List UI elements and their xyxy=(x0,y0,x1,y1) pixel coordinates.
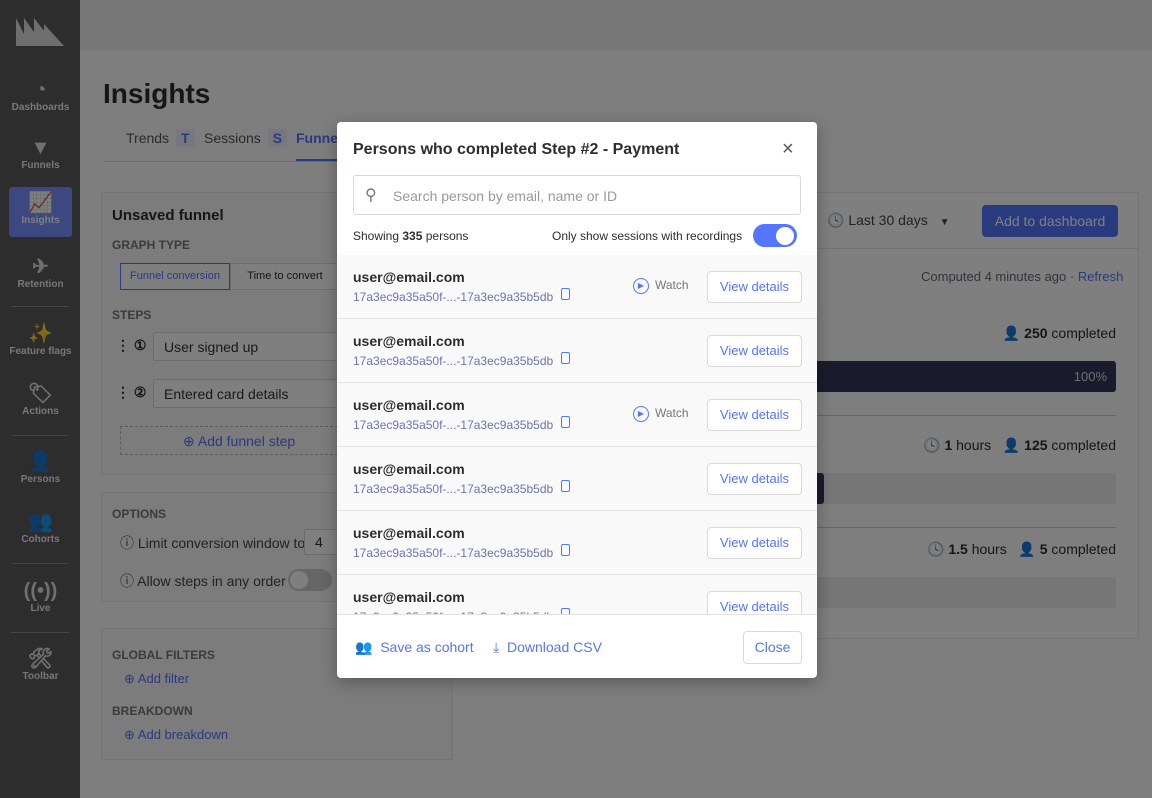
button-label: Save as cohort xyxy=(380,639,474,655)
copy-icon[interactable] xyxy=(561,352,570,364)
person-row: user@email.com 17a3ec9a35a50f-...-17a3ec… xyxy=(337,383,817,447)
person-id: 17a3ec9a35a50f-...-17a3ec9a35b5db xyxy=(353,290,554,304)
download-icon: ⤓ xyxy=(493,639,500,655)
persons-list[interactable]: user@email.com 17a3ec9a35a50f-...-17a3ec… xyxy=(337,255,817,614)
modal-title: Persons who completed Step #2 - Payment xyxy=(353,141,680,158)
person-id: 17a3ec9a35a50f-...-17a3ec9a35b5db xyxy=(353,546,554,560)
recordings-toggle-label: Only show sessions with recordings xyxy=(552,229,743,243)
close-button[interactable]: Close xyxy=(743,631,802,664)
button-label: Watch xyxy=(655,406,689,421)
button-label: Download CSV xyxy=(506,639,602,655)
person-row: user@email.com 17a3ec9a35a50f-...-17a3ec… xyxy=(337,511,817,575)
person-email: user@email.com xyxy=(353,525,465,541)
copy-icon[interactable] xyxy=(561,288,570,300)
save-as-cohort-button[interactable]: 👥 Save as cohort xyxy=(355,639,474,656)
divider xyxy=(337,614,817,615)
person-row: user@email.com 17a3ec9a35a50f-...-17a3ec… xyxy=(337,255,817,319)
showing-count: Showing 335 persons xyxy=(353,229,469,243)
cohort-icon: 👥 xyxy=(355,639,373,655)
persons-modal: Persons who completed Step #2 - Payment … xyxy=(337,122,817,678)
play-icon: ▶ xyxy=(633,278,649,294)
search-placeholder: Search person by email, name or ID xyxy=(393,188,618,204)
view-details-button[interactable]: View details xyxy=(707,335,802,367)
download-csv-button[interactable]: ⤓ Download CSV xyxy=(493,639,602,656)
watch-button[interactable]: ▶ Watch xyxy=(633,406,689,422)
person-id: 17a3ec9a35a50f-...-17a3ec9a35b5db xyxy=(353,482,554,496)
view-details-button[interactable]: View details xyxy=(707,271,802,303)
person-email: user@email.com xyxy=(353,397,465,413)
view-details-button[interactable]: View details xyxy=(707,527,802,559)
person-email: user@email.com xyxy=(353,461,465,477)
copy-icon[interactable] xyxy=(561,416,570,428)
person-email: user@email.com xyxy=(353,589,465,605)
person-row: user@email.com 17a3ec9a35a50f-...-17a3ec… xyxy=(337,575,817,614)
person-id: 17a3ec9a35a50f-...-17a3ec9a35b5db xyxy=(353,354,554,368)
person-id: 17a3ec9a35a50f-...-17a3ec9a35b5db xyxy=(353,418,554,432)
search-icon: ⚲ xyxy=(365,187,377,204)
close-icon[interactable]: × xyxy=(782,138,794,161)
copy-icon[interactable] xyxy=(561,480,570,492)
person-row: user@email.com 17a3ec9a35a50f-...-17a3ec… xyxy=(337,319,817,383)
search-input[interactable]: ⚲ Search person by email, name or ID xyxy=(353,175,801,215)
person-row: user@email.com 17a3ec9a35a50f-...-17a3ec… xyxy=(337,447,817,511)
recordings-toggle[interactable] xyxy=(753,224,797,247)
play-icon: ▶ xyxy=(633,406,649,422)
copy-icon[interactable] xyxy=(561,544,570,556)
person-email: user@email.com xyxy=(353,333,465,349)
view-details-button[interactable]: View details xyxy=(707,463,802,495)
button-label: Watch xyxy=(655,278,689,293)
watch-button[interactable]: ▶ Watch xyxy=(633,278,689,294)
person-email: user@email.com xyxy=(353,269,465,285)
view-details-button[interactable]: View details xyxy=(707,591,802,614)
view-details-button[interactable]: View details xyxy=(707,399,802,431)
